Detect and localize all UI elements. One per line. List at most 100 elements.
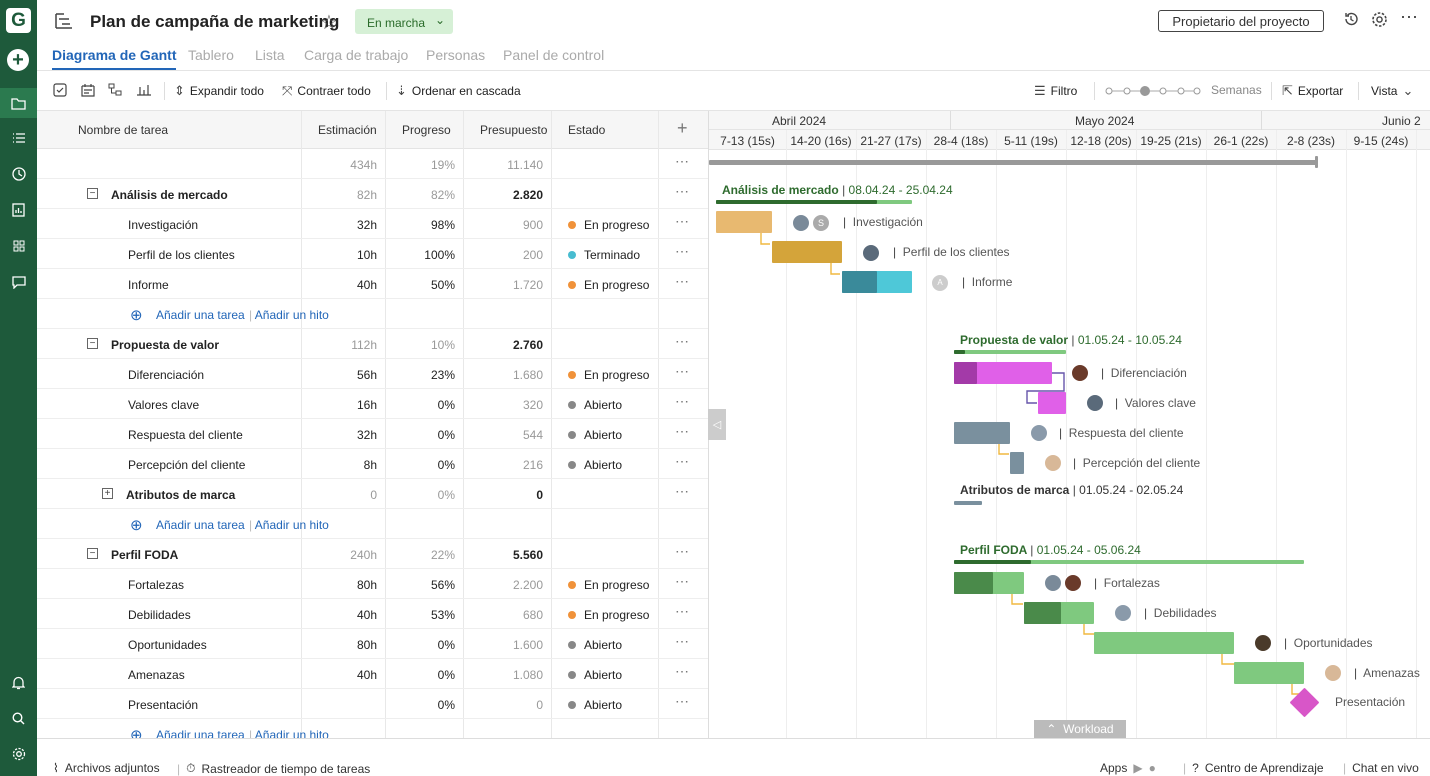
task-name[interactable]: Debilidades [128, 608, 191, 622]
task-name[interactable]: Fortalezas [128, 578, 184, 592]
app-logo[interactable]: G [6, 8, 31, 33]
task-budget[interactable]: 216 [523, 458, 543, 472]
task-progress[interactable]: 0% [438, 668, 455, 682]
row-menu-icon[interactable]: ⋯ [675, 273, 690, 290]
add-milestone-link[interactable]: | Añadir un hito [249, 308, 329, 322]
task-status[interactable]: Abierto [568, 668, 622, 682]
task-progress[interactable]: 56% [431, 578, 455, 592]
task-status[interactable]: Abierto [568, 638, 622, 652]
collapse-all-button[interactable]: ⤧ Contraer todo [282, 83, 371, 99]
column-estimate[interactable]: Estimación [318, 123, 377, 137]
task-progress[interactable]: 0% [438, 398, 455, 412]
tab-dashboard[interactable]: Panel de control [503, 47, 604, 63]
add-milestone-link[interactable]: | Añadir un hito [249, 518, 329, 532]
tab-gantt[interactable]: Diagrama de Gantt [52, 47, 177, 70]
task-progress[interactable]: 98% [431, 218, 455, 232]
column-status[interactable]: Estado [568, 123, 605, 137]
group-row[interactable]: − Propuesta de valor 112h 10% 2.760 ⋯ [37, 329, 708, 359]
task-name[interactable]: Investigación [128, 218, 198, 232]
task-budget[interactable]: 680 [523, 608, 543, 622]
projects-folder-icon[interactable] [0, 88, 37, 118]
task-budget[interactable]: 1.720 [513, 278, 543, 292]
task-status[interactable]: En progreso [568, 608, 649, 622]
chat-icon[interactable] [0, 267, 37, 297]
task-name[interactable]: Perfil FODA [111, 548, 178, 562]
task-progress[interactable]: 100% [424, 248, 455, 262]
task-budget[interactable]: 544 [523, 428, 543, 442]
reports-icon[interactable] [0, 195, 37, 225]
task-row[interactable]: Amenazas 40h 0% 1.080 Abierto ⋯ [37, 659, 708, 689]
task-estimate[interactable]: 56h [357, 368, 377, 382]
task-row[interactable]: Respuesta del cliente 32h 0% 544 Abierto… [37, 419, 708, 449]
column-task-name[interactable]: Nombre de tarea [78, 123, 168, 137]
add-column-icon[interactable]: + [677, 118, 688, 139]
task-row[interactable]: Fortalezas 80h 56% 2.200 En progreso ⋯ [37, 569, 708, 599]
row-menu-icon[interactable]: ⋯ [675, 663, 690, 680]
task-row[interactable]: Percepción del cliente 8h 0% 216 Abierto… [37, 449, 708, 479]
task-status[interactable]: En progreso [568, 578, 649, 592]
search-icon[interactable] [0, 703, 37, 733]
project-owner-button[interactable]: Propietario del proyecto [1158, 10, 1324, 32]
task-bar[interactable] [1010, 452, 1024, 474]
export-button[interactable]: ⇱ Exportar [1282, 83, 1343, 99]
task-progress[interactable]: 0% [438, 428, 455, 442]
list-icon[interactable] [0, 123, 37, 153]
collapse-grid-handle[interactable]: ◁ [708, 409, 726, 440]
task-status[interactable]: Abierto [568, 398, 622, 412]
row-menu-icon[interactable]: ⋯ [675, 213, 690, 230]
group-row[interactable]: − Perfil FODA 240h 22% 5.560 ⋯ [37, 539, 708, 569]
task-row[interactable]: Presentación 0% 0 Abierto ⋯ [37, 689, 708, 719]
project-status-dropdown[interactable]: En marcha ⌄ [355, 9, 453, 34]
tab-people[interactable]: Personas [426, 47, 485, 63]
task-budget[interactable]: 1.680 [513, 368, 543, 382]
add-task-link[interactable]: Añadir una tarea [156, 308, 245, 322]
time-tracker-link[interactable]: | ⏱ Rastreador de tiempo de tareas [177, 761, 370, 776]
view-dropdown[interactable]: Vista ⌄ [1371, 83, 1413, 99]
row-menu-icon[interactable]: ⋯ [675, 453, 690, 470]
task-status[interactable]: Abierto [568, 428, 622, 442]
task-estimate[interactable]: 8h [364, 458, 377, 472]
task-bar[interactable] [1234, 662, 1304, 684]
task-progress[interactable]: 53% [431, 608, 455, 622]
hierarchy-icon[interactable] [108, 83, 123, 97]
task-bar[interactable] [716, 211, 772, 233]
task-row[interactable]: Investigación 32h 98% 900 En progreso ⋯ [37, 209, 708, 239]
row-menu-icon[interactable]: ⋯ [675, 603, 690, 620]
group-row[interactable]: − Análisis de mercado 82h 82% 2.820 ⋯ [37, 179, 708, 209]
task-bar[interactable] [1094, 632, 1234, 654]
task-progress[interactable]: 0% [438, 698, 455, 712]
task-name[interactable]: Informe [128, 278, 169, 292]
filter-button[interactable]: ☰ Filtro [1034, 83, 1077, 99]
workload-toggle[interactable]: ⌃ Workload [1034, 720, 1126, 738]
task-name[interactable]: Oportunidades [128, 638, 207, 652]
add-milestone-link[interactable]: | Añadir un hito [249, 728, 329, 738]
task-budget[interactable]: 1.080 [513, 668, 543, 682]
group-row[interactable]: + Atributos de marca 0 0% 0 ⋯ [37, 479, 708, 509]
expand-group-icon[interactable]: + [102, 488, 113, 499]
cascade-sort-button[interactable]: ⇣ Ordenar en cascada [396, 83, 521, 99]
row-menu-icon[interactable]: ⋯ [675, 543, 690, 560]
row-menu-icon[interactable]: ⋯ [675, 693, 690, 710]
task-bar[interactable] [772, 241, 842, 263]
zoom-slider[interactable] [1105, 85, 1201, 100]
learning-center-link[interactable]: | ? Centro de Aprendizaje [1183, 761, 1324, 775]
clock-icon[interactable] [0, 159, 37, 189]
task-row[interactable]: Informe 40h 50% 1.720 En progreso ⋯ [37, 269, 708, 299]
add-task-link[interactable]: Añadir una tarea [156, 518, 245, 532]
row-menu-icon[interactable]: ⋯ [675, 183, 690, 200]
row-menu-icon[interactable]: ⋯ [675, 423, 690, 440]
column-progress[interactable]: Progreso [402, 123, 451, 137]
task-row[interactable]: Valores clave 16h 0% 320 Abierto ⋯ [37, 389, 708, 419]
settings-gear-icon[interactable] [0, 739, 37, 769]
live-chat-link[interactable]: | Chat en vivo [1343, 761, 1419, 775]
task-bar[interactable] [1038, 392, 1066, 414]
collapse-group-icon[interactable]: − [87, 548, 98, 559]
task-row[interactable]: Oportunidades 80h 0% 1.600 Abierto ⋯ [37, 629, 708, 659]
row-menu-icon[interactable]: ⋯ [675, 633, 690, 650]
task-estimate[interactable]: 40h [357, 608, 377, 622]
task-budget[interactable]: 1.600 [513, 638, 543, 652]
tab-board[interactable]: Tablero [188, 47, 234, 63]
task-status[interactable]: Abierto [568, 698, 622, 712]
more-options-icon[interactable]: ⋯ [1400, 7, 1419, 28]
create-new-icon[interactable]: + [7, 49, 29, 71]
